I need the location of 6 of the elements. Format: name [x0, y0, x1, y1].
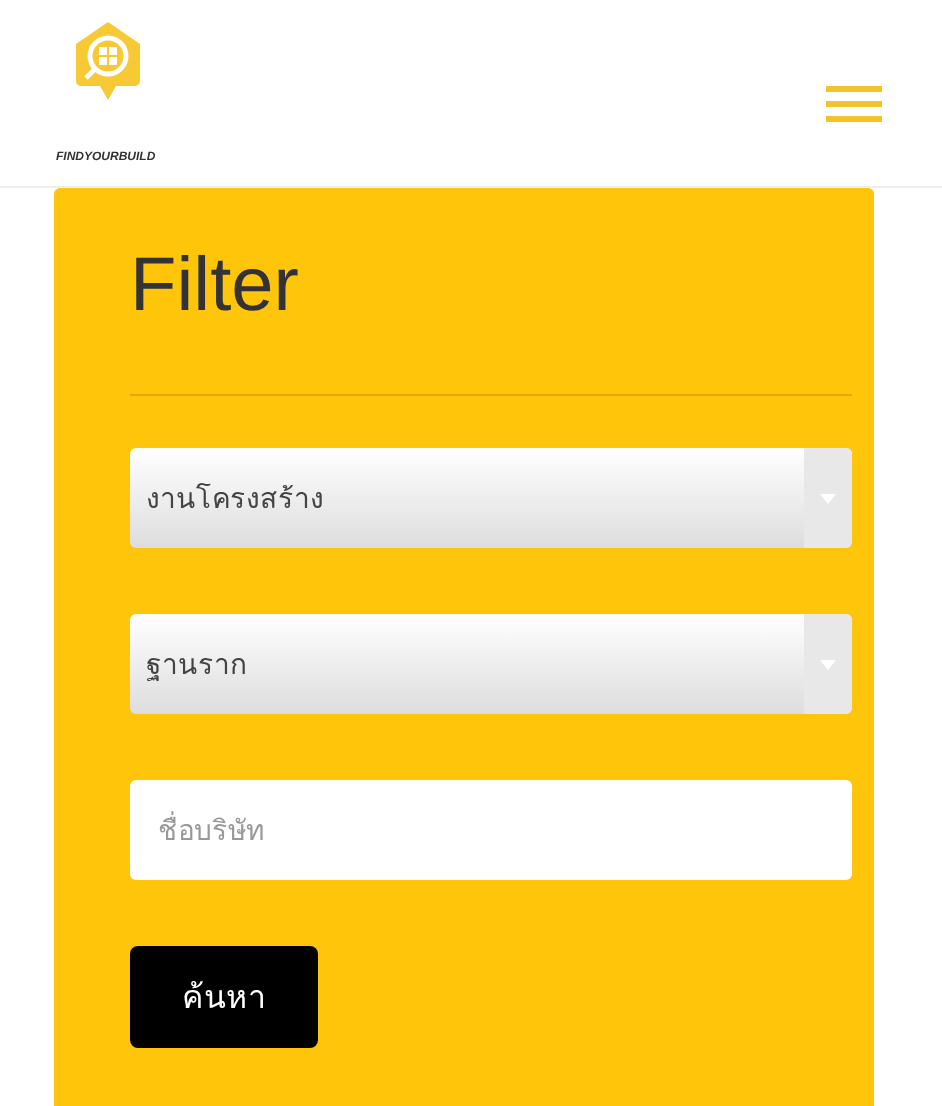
dropdown[interactable]: ฐานราก [130, 614, 852, 714]
dropdown[interactable]: งานโครงสร้าง [130, 448, 852, 548]
company-name-field[interactable]: ชื่อบริษัท [130, 780, 852, 880]
search-button[interactable]: ค้นหา [130, 946, 318, 1048]
filter-title: Filter [130, 248, 301, 324]
menu-button[interactable] [822, 80, 886, 128]
